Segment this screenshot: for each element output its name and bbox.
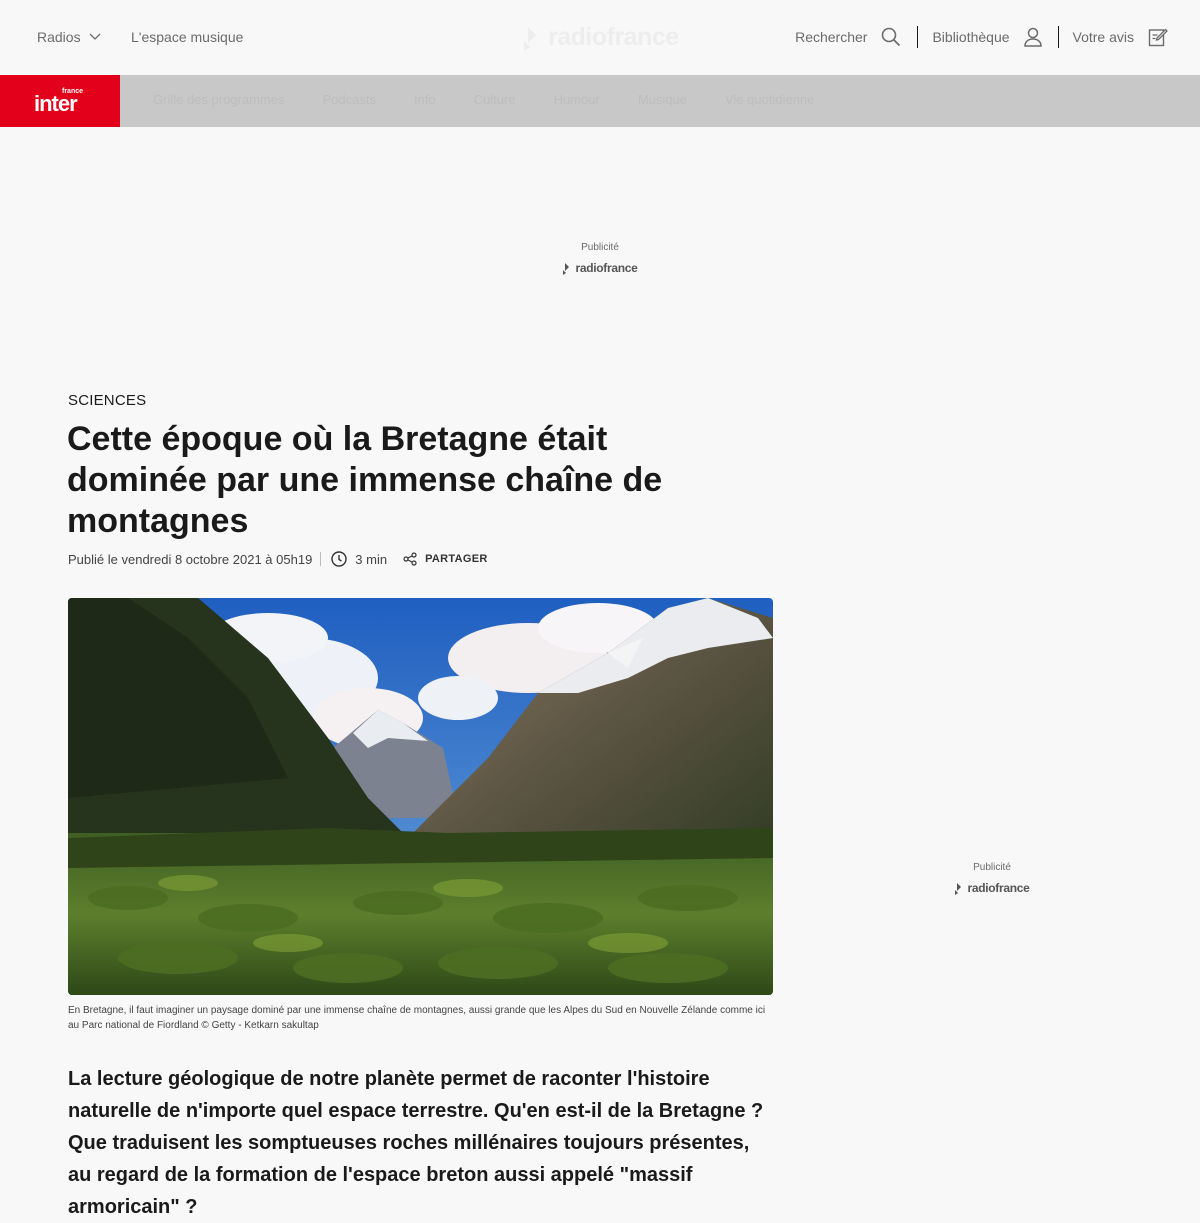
logo-inter-text: inter xyxy=(34,91,78,116)
share-icon xyxy=(403,552,417,566)
nav-link-musique[interactable]: Musique xyxy=(638,92,687,107)
nav-link-culture[interactable]: Culture xyxy=(474,92,516,107)
clock-icon xyxy=(331,551,347,567)
meta-divider xyxy=(320,552,322,566)
ad-brand-text: radiofrance xyxy=(967,881,1030,895)
ad-banner-side[interactable]: Publicité radiofrance xyxy=(932,862,1052,895)
nav-links: Grille des programmes Podcasts Info Cult… xyxy=(153,92,814,107)
reading-time-label: 3 min xyxy=(355,551,388,567)
feedback-button[interactable]: Votre avis xyxy=(1073,27,1168,47)
mountain-landscape-image xyxy=(68,598,773,995)
radios-menu[interactable]: Radios xyxy=(37,28,101,46)
article-meta: Publié le vendredi 8 octobre 2021 à 05h1… xyxy=(68,550,488,568)
ad-label: Publicité xyxy=(581,242,619,253)
edit-note-icon xyxy=(1148,28,1168,47)
search-label: Rechercher xyxy=(795,29,868,45)
radiofrance-logo[interactable]: radiofrance xyxy=(522,22,679,52)
publish-date: Publié le vendredi 8 octobre 2021 à 05h1… xyxy=(68,551,313,567)
espace-musique-link[interactable]: L'espace musique xyxy=(131,28,243,46)
radiofrance-mark-icon xyxy=(524,27,536,51)
feedback-label: Votre avis xyxy=(1072,29,1134,45)
image-caption: En Bretagne, il faut imaginer un paysage… xyxy=(68,1005,766,1031)
search-icon xyxy=(882,27,901,47)
radiofrance-mark-icon xyxy=(955,883,962,895)
reading-time: 3 min xyxy=(331,551,387,567)
article-category[interactable]: SCIENCES xyxy=(68,392,146,409)
nav-link-programmes[interactable]: Grille des programmes xyxy=(153,92,285,107)
chevron-down-icon xyxy=(89,33,101,40)
search-button[interactable]: Rechercher xyxy=(795,27,901,47)
header-divider xyxy=(1057,26,1059,48)
nav-link-humour[interactable]: Humour xyxy=(554,92,600,107)
header-actions: Rechercher Bibliothèque Votre avis xyxy=(795,25,1168,49)
nav-link-vie-quotidienne[interactable]: Vie quotidienne xyxy=(725,92,814,107)
nav-link-podcasts[interactable]: Podcasts xyxy=(323,92,376,107)
ad-label: Publicité xyxy=(973,862,1011,873)
article-hero-image xyxy=(68,598,773,995)
ad-brand: radiofrance xyxy=(932,881,1052,895)
article-chapo: La lecture géologique de notre planète p… xyxy=(68,1068,764,1218)
ad-brand-text: radiofrance xyxy=(575,261,638,275)
radios-label: Radios xyxy=(37,29,81,45)
header-divider xyxy=(917,26,919,48)
radiofrance-mark-icon xyxy=(563,263,570,275)
user-icon xyxy=(1023,27,1042,47)
library-label: Bibliothèque xyxy=(932,29,1010,45)
radiofrance-logo-text: radiofrance xyxy=(548,22,679,51)
station-nav: france inter Grille des programmes Podca… xyxy=(0,75,1200,127)
article-title: Cette époque où la Bretagne était dominé… xyxy=(67,420,663,540)
library-button[interactable]: Bibliothèque xyxy=(932,27,1042,47)
ad-banner-top[interactable]: Publicité radiofrance xyxy=(540,242,660,275)
share-button[interactable]: PARTAGER xyxy=(403,552,488,566)
nav-link-info[interactable]: Info xyxy=(414,92,436,107)
france-inter-logo[interactable]: france inter xyxy=(0,75,120,127)
top-header: Radios L'espace musique radiofrance Rech… xyxy=(0,0,1200,76)
ad-brand: radiofrance xyxy=(540,261,660,275)
share-label: PARTAGER xyxy=(425,553,488,565)
